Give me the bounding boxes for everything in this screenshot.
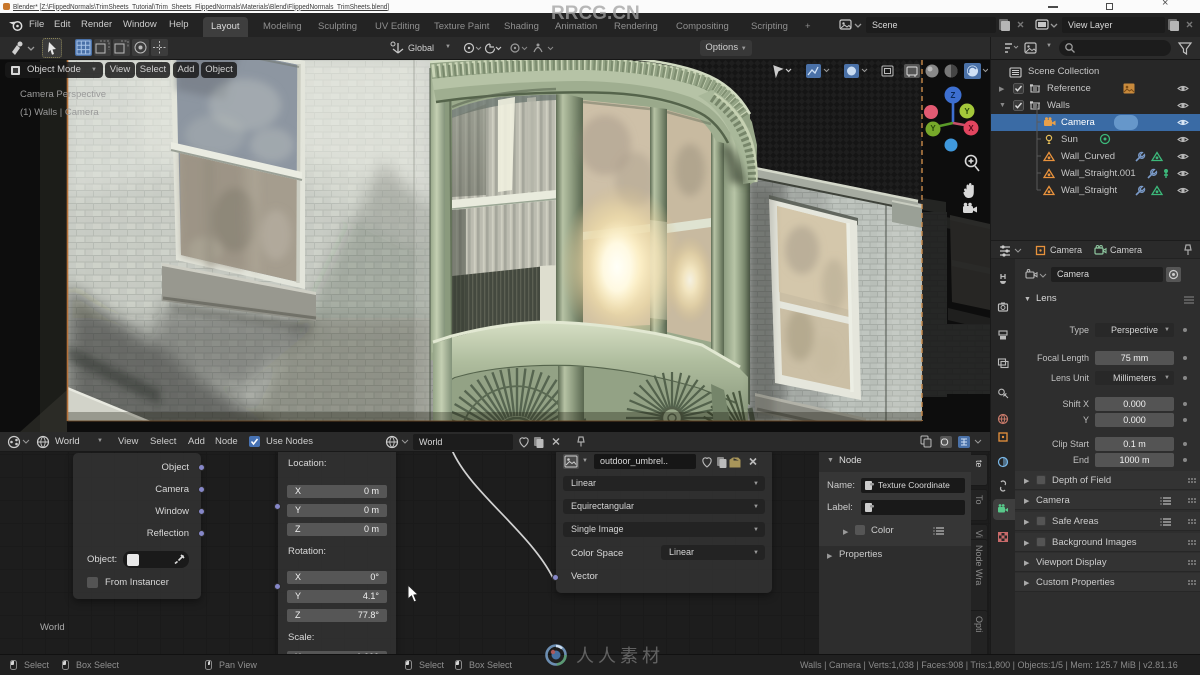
svg-text:Y: Y (930, 124, 936, 133)
svg-text:Y: Y (964, 107, 970, 116)
svg-text:X: X (968, 124, 974, 133)
svg-text:Z: Z (951, 91, 956, 100)
